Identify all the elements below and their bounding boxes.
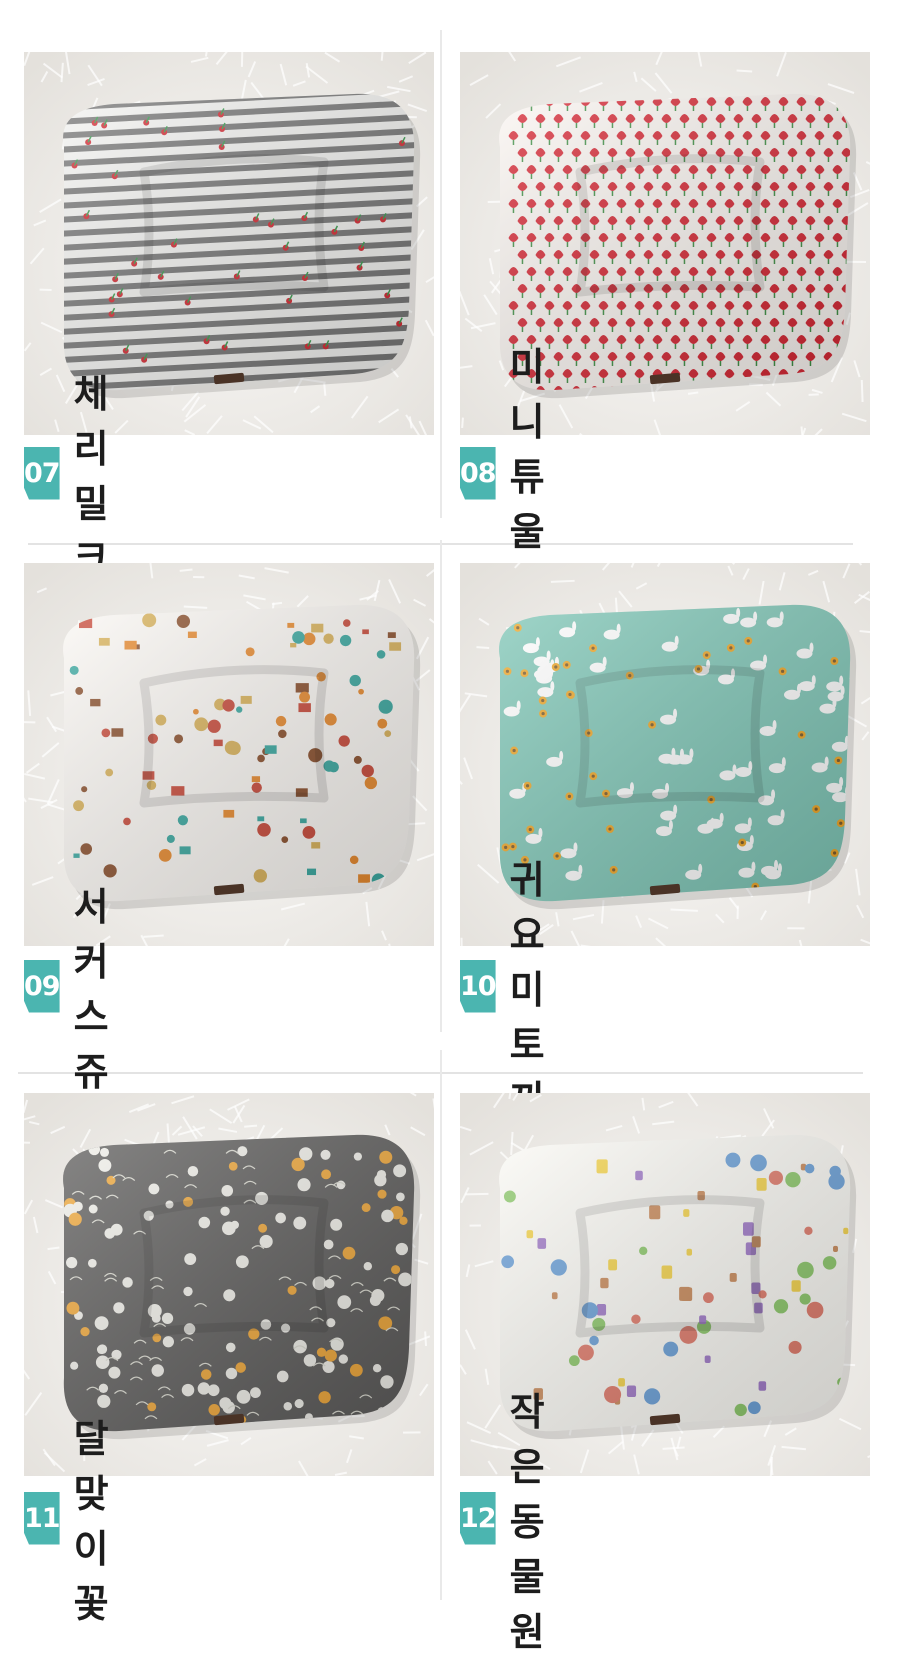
product-name: 달맞이꽃 xyxy=(74,1408,132,1628)
product-label: 10 귀요미 토끼 xyxy=(460,956,568,1016)
column-divider xyxy=(440,540,442,1032)
product-number-badge: 10 xyxy=(460,960,496,1013)
product-number-badge: 08 xyxy=(460,447,496,500)
product-name: 체리 밀크 xyxy=(74,363,132,583)
product-number-badge: 09 xyxy=(24,960,60,1013)
product-name: 서커스 쥬 xyxy=(74,876,132,1096)
product-label: 08 미니 튜울립 xyxy=(460,443,568,503)
product-number-badge: 07 xyxy=(24,447,60,500)
product-label: 12 작은 동물원 xyxy=(460,1488,568,1548)
product-number-badge: 11 xyxy=(24,1492,60,1545)
column-divider xyxy=(440,1050,442,1600)
product-label: 09 서커스 쥬 xyxy=(24,956,132,1016)
product-label: 11 달맞이꽃 xyxy=(24,1488,132,1548)
column-divider xyxy=(440,30,442,518)
product-number-badge: 12 xyxy=(460,1492,496,1545)
product-name: 작은 동물원 xyxy=(510,1381,568,1656)
product-name: 귀요미 토끼 xyxy=(510,849,568,1124)
product-label: 07 체리 밀크 xyxy=(24,443,132,503)
